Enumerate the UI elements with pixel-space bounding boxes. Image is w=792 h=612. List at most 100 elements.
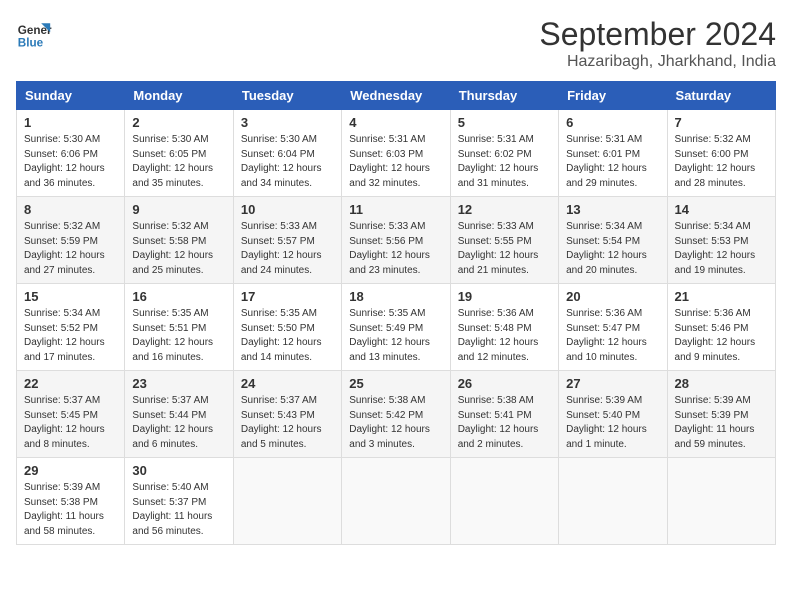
calendar-day: 22 Sunrise: 5:37 AM Sunset: 5:45 PM Dayli… bbox=[17, 371, 125, 458]
weekday-monday: Monday bbox=[125, 82, 233, 110]
day-info: Sunrise: 5:30 AM Sunset: 6:05 PM Dayligh… bbox=[132, 133, 225, 191]
day-number: 3 bbox=[241, 115, 334, 130]
day-info: Sunrise: 5:36 AM Sunset: 5:48 PM Dayligh… bbox=[458, 307, 551, 365]
weekday-friday: Friday bbox=[559, 82, 667, 110]
day-number: 18 bbox=[349, 289, 442, 304]
day-number: 15 bbox=[24, 289, 117, 304]
weekday-saturday: Saturday bbox=[667, 82, 775, 110]
day-info: Sunrise: 5:34 AM Sunset: 5:52 PM Dayligh… bbox=[24, 307, 117, 365]
day-number: 14 bbox=[675, 202, 768, 217]
logo: General Blue bbox=[16, 16, 52, 52]
calendar-day: 3 Sunrise: 5:30 AM Sunset: 6:04 PM Daylig… bbox=[233, 110, 341, 197]
day-number: 26 bbox=[458, 376, 551, 391]
day-info: Sunrise: 5:39 AM Sunset: 5:39 PM Dayligh… bbox=[675, 394, 768, 452]
day-info: Sunrise: 5:31 AM Sunset: 6:02 PM Dayligh… bbox=[458, 133, 551, 191]
svg-text:Blue: Blue bbox=[18, 37, 44, 50]
calendar-day bbox=[233, 458, 341, 545]
day-info: Sunrise: 5:31 AM Sunset: 6:03 PM Dayligh… bbox=[349, 133, 442, 191]
calendar-table: SundayMondayTuesdayWednesdayThursdayFrid… bbox=[16, 81, 776, 545]
day-number: 24 bbox=[241, 376, 334, 391]
day-info: Sunrise: 5:35 AM Sunset: 5:50 PM Dayligh… bbox=[241, 307, 334, 365]
calendar-day: 12 Sunrise: 5:33 AM Sunset: 5:55 PM Dayli… bbox=[450, 197, 558, 284]
day-number: 29 bbox=[24, 463, 117, 478]
calendar-day: 16Sunrise: 5:35 AM Sunset: 5:51 PM Dayli… bbox=[125, 284, 233, 371]
day-number: 12 bbox=[458, 202, 551, 217]
day-number: 10 bbox=[241, 202, 334, 217]
day-number: 23 bbox=[132, 376, 225, 391]
day-info: Sunrise: 5:36 AM Sunset: 5:46 PM Dayligh… bbox=[675, 307, 768, 365]
day-info: Sunrise: 5:33 AM Sunset: 5:55 PM Dayligh… bbox=[458, 220, 551, 278]
day-info: Sunrise: 5:37 AM Sunset: 5:44 PM Dayligh… bbox=[132, 394, 225, 452]
calendar-day: 17 Sunrise: 5:35 AM Sunset: 5:50 PM Dayli… bbox=[233, 284, 341, 371]
calendar-day: 13Sunrise: 5:34 AM Sunset: 5:54 PM Dayli… bbox=[559, 197, 667, 284]
day-info: Sunrise: 5:32 AM Sunset: 5:58 PM Dayligh… bbox=[132, 220, 225, 278]
day-info: Sunrise: 5:39 AM Sunset: 5:38 PM Dayligh… bbox=[24, 481, 117, 539]
day-info: Sunrise: 5:40 AM Sunset: 5:37 PM Dayligh… bbox=[132, 481, 225, 539]
day-info: Sunrise: 5:33 AM Sunset: 5:57 PM Dayligh… bbox=[241, 220, 334, 278]
day-info: Sunrise: 5:32 AM Sunset: 6:00 PM Dayligh… bbox=[675, 133, 768, 191]
day-info: Sunrise: 5:37 AM Sunset: 5:45 PM Dayligh… bbox=[24, 394, 117, 452]
weekday-wednesday: Wednesday bbox=[342, 82, 450, 110]
day-number: 11 bbox=[349, 202, 442, 217]
calendar-day: 10 Sunrise: 5:33 AM Sunset: 5:57 PM Dayli… bbox=[233, 197, 341, 284]
day-number: 20 bbox=[566, 289, 659, 304]
day-info: Sunrise: 5:30 AM Sunset: 6:06 PM Dayligh… bbox=[24, 133, 117, 191]
calendar-day: 9 Sunrise: 5:32 AM Sunset: 5:58 PM Daylig… bbox=[125, 197, 233, 284]
page-header: General Blue September 2024 Hazaribagh, … bbox=[16, 16, 776, 71]
day-info: Sunrise: 5:32 AM Sunset: 5:59 PM Dayligh… bbox=[24, 220, 117, 278]
day-info: Sunrise: 5:39 AM Sunset: 5:40 PM Dayligh… bbox=[566, 394, 659, 452]
calendar-day: 11Sunrise: 5:33 AM Sunset: 5:56 PM Dayli… bbox=[342, 197, 450, 284]
day-info: Sunrise: 5:38 AM Sunset: 5:42 PM Dayligh… bbox=[349, 394, 442, 452]
weekday-thursday: Thursday bbox=[450, 82, 558, 110]
calendar-day: 18 Sunrise: 5:35 AM Sunset: 5:49 PM Dayli… bbox=[342, 284, 450, 371]
day-number: 30 bbox=[132, 463, 225, 478]
day-number: 7 bbox=[675, 115, 768, 130]
calendar-day: 21 Sunrise: 5:36 AM Sunset: 5:46 PM Dayli… bbox=[667, 284, 775, 371]
day-info: Sunrise: 5:30 AM Sunset: 6:04 PM Dayligh… bbox=[241, 133, 334, 191]
calendar-week-4: 22 Sunrise: 5:37 AM Sunset: 5:45 PM Dayli… bbox=[17, 371, 776, 458]
calendar-day: 15 Sunrise: 5:34 AM Sunset: 5:52 PM Dayli… bbox=[17, 284, 125, 371]
day-number: 27 bbox=[566, 376, 659, 391]
calendar-week-1: 1Sunrise: 5:30 AM Sunset: 6:06 PM Daylig… bbox=[17, 110, 776, 197]
calendar-day: 19 Sunrise: 5:36 AM Sunset: 5:48 PM Dayli… bbox=[450, 284, 558, 371]
title-block: September 2024 Hazaribagh, Jharkhand, In… bbox=[539, 16, 776, 71]
calendar-day: 7 Sunrise: 5:32 AM Sunset: 6:00 PM Daylig… bbox=[667, 110, 775, 197]
calendar-day bbox=[667, 458, 775, 545]
day-info: Sunrise: 5:35 AM Sunset: 5:51 PM Dayligh… bbox=[132, 307, 225, 365]
day-number: 25 bbox=[349, 376, 442, 391]
calendar-title: September 2024 bbox=[539, 16, 776, 53]
day-info: Sunrise: 5:34 AM Sunset: 5:54 PM Dayligh… bbox=[566, 220, 659, 278]
calendar-day: 24 Sunrise: 5:37 AM Sunset: 5:43 PM Dayli… bbox=[233, 371, 341, 458]
logo-icon: General Blue bbox=[16, 16, 52, 52]
day-number: 19 bbox=[458, 289, 551, 304]
weekday-header-row: SundayMondayTuesdayWednesdayThursdayFrid… bbox=[17, 82, 776, 110]
day-number: 21 bbox=[675, 289, 768, 304]
calendar-day: 5 Sunrise: 5:31 AM Sunset: 6:02 PM Daylig… bbox=[450, 110, 558, 197]
calendar-subtitle: Hazaribagh, Jharkhand, India bbox=[539, 53, 776, 71]
calendar-day: 4Sunrise: 5:31 AM Sunset: 6:03 PM Daylig… bbox=[342, 110, 450, 197]
day-number: 28 bbox=[675, 376, 768, 391]
calendar-day: 6Sunrise: 5:31 AM Sunset: 6:01 PM Daylig… bbox=[559, 110, 667, 197]
day-number: 2 bbox=[132, 115, 225, 130]
day-number: 22 bbox=[24, 376, 117, 391]
day-info: Sunrise: 5:35 AM Sunset: 5:49 PM Dayligh… bbox=[349, 307, 442, 365]
calendar-day: 26Sunrise: 5:38 AM Sunset: 5:41 PM Dayli… bbox=[450, 371, 558, 458]
calendar-day: 1Sunrise: 5:30 AM Sunset: 6:06 PM Daylig… bbox=[17, 110, 125, 197]
calendar-day: 29 Sunrise: 5:39 AM Sunset: 5:38 PM Dayli… bbox=[17, 458, 125, 545]
calendar-day: 20 Sunrise: 5:36 AM Sunset: 5:47 PM Dayli… bbox=[559, 284, 667, 371]
calendar-day: 8Sunrise: 5:32 AM Sunset: 5:59 PM Daylig… bbox=[17, 197, 125, 284]
day-info: Sunrise: 5:37 AM Sunset: 5:43 PM Dayligh… bbox=[241, 394, 334, 452]
calendar-day bbox=[342, 458, 450, 545]
calendar-day: 28 Sunrise: 5:39 AM Sunset: 5:39 PM Dayli… bbox=[667, 371, 775, 458]
calendar-day: 25 Sunrise: 5:38 AM Sunset: 5:42 PM Dayli… bbox=[342, 371, 450, 458]
calendar-day bbox=[450, 458, 558, 545]
weekday-tuesday: Tuesday bbox=[233, 82, 341, 110]
calendar-day: 27 Sunrise: 5:39 AM Sunset: 5:40 PM Dayli… bbox=[559, 371, 667, 458]
calendar-day: 2 Sunrise: 5:30 AM Sunset: 6:05 PM Daylig… bbox=[125, 110, 233, 197]
calendar-day: 14Sunrise: 5:34 AM Sunset: 5:53 PM Dayli… bbox=[667, 197, 775, 284]
day-info: Sunrise: 5:36 AM Sunset: 5:47 PM Dayligh… bbox=[566, 307, 659, 365]
day-number: 5 bbox=[458, 115, 551, 130]
day-number: 17 bbox=[241, 289, 334, 304]
calendar-day: 30 Sunrise: 5:40 AM Sunset: 5:37 PM Dayli… bbox=[125, 458, 233, 545]
day-number: 9 bbox=[132, 202, 225, 217]
